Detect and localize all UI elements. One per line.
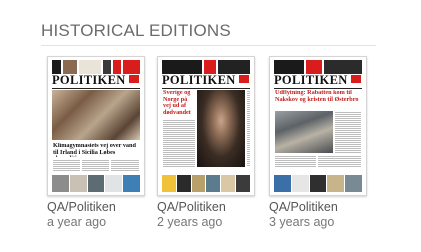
edition-title[interactable]: QA/Politiken	[157, 200, 257, 215]
front-photo	[197, 90, 245, 167]
headline: Klimagymnasiets vej over vand til Irland…	[53, 143, 136, 157]
edition-date: 2 years ago	[157, 215, 223, 229]
headline: Sverige og Norge på vej ud af dødvandet	[163, 90, 191, 116]
edition-title[interactable]: QA/Politiken	[47, 200, 147, 215]
edition-date: a year ago	[47, 215, 107, 229]
front-photo	[275, 111, 333, 153]
masthead: POLITIKEN	[52, 73, 126, 87]
newspaper-thumbnail[interactable]: POLITIKEN Klimagymnasiets vej over vand …	[47, 56, 145, 196]
masthead: POLITIKEN	[274, 73, 348, 87]
section-title: HISTORICAL EDITIONS	[41, 21, 231, 40]
edition-card[interactable]: POLITIKEN Klimagymnasiets vej over vand …	[47, 56, 147, 230]
masthead: POLITIKEN	[162, 73, 236, 87]
ad-strip	[274, 175, 362, 192]
newspaper-thumbnail[interactable]: POLITIKEN Udflytning: Rabatten kom til N…	[269, 56, 367, 196]
promo-banner	[274, 60, 362, 74]
headline: Udflytning: Rabatten kom til Nakskov og …	[275, 90, 359, 103]
front-photo	[52, 90, 140, 140]
logo-badge	[351, 75, 361, 83]
promo-banner	[162, 60, 250, 74]
newspaper-thumbnail[interactable]: POLITIKEN Sverige og Norge på vej ud af …	[157, 56, 255, 196]
edition-card[interactable]: POLITIKEN Sverige og Norge på vej ud af …	[157, 56, 257, 230]
logo-badge	[129, 75, 139, 83]
logo-badge	[239, 75, 249, 83]
ad-strip	[162, 175, 250, 192]
edition-title[interactable]: QA/Politiken	[269, 200, 369, 215]
edition-card[interactable]: POLITIKEN Udflytning: Rabatten kom til N…	[269, 56, 369, 230]
edition-date: 3 years ago	[269, 215, 335, 229]
promo-banner	[52, 60, 140, 74]
ad-strip	[52, 175, 140, 192]
section-divider	[41, 45, 376, 46]
